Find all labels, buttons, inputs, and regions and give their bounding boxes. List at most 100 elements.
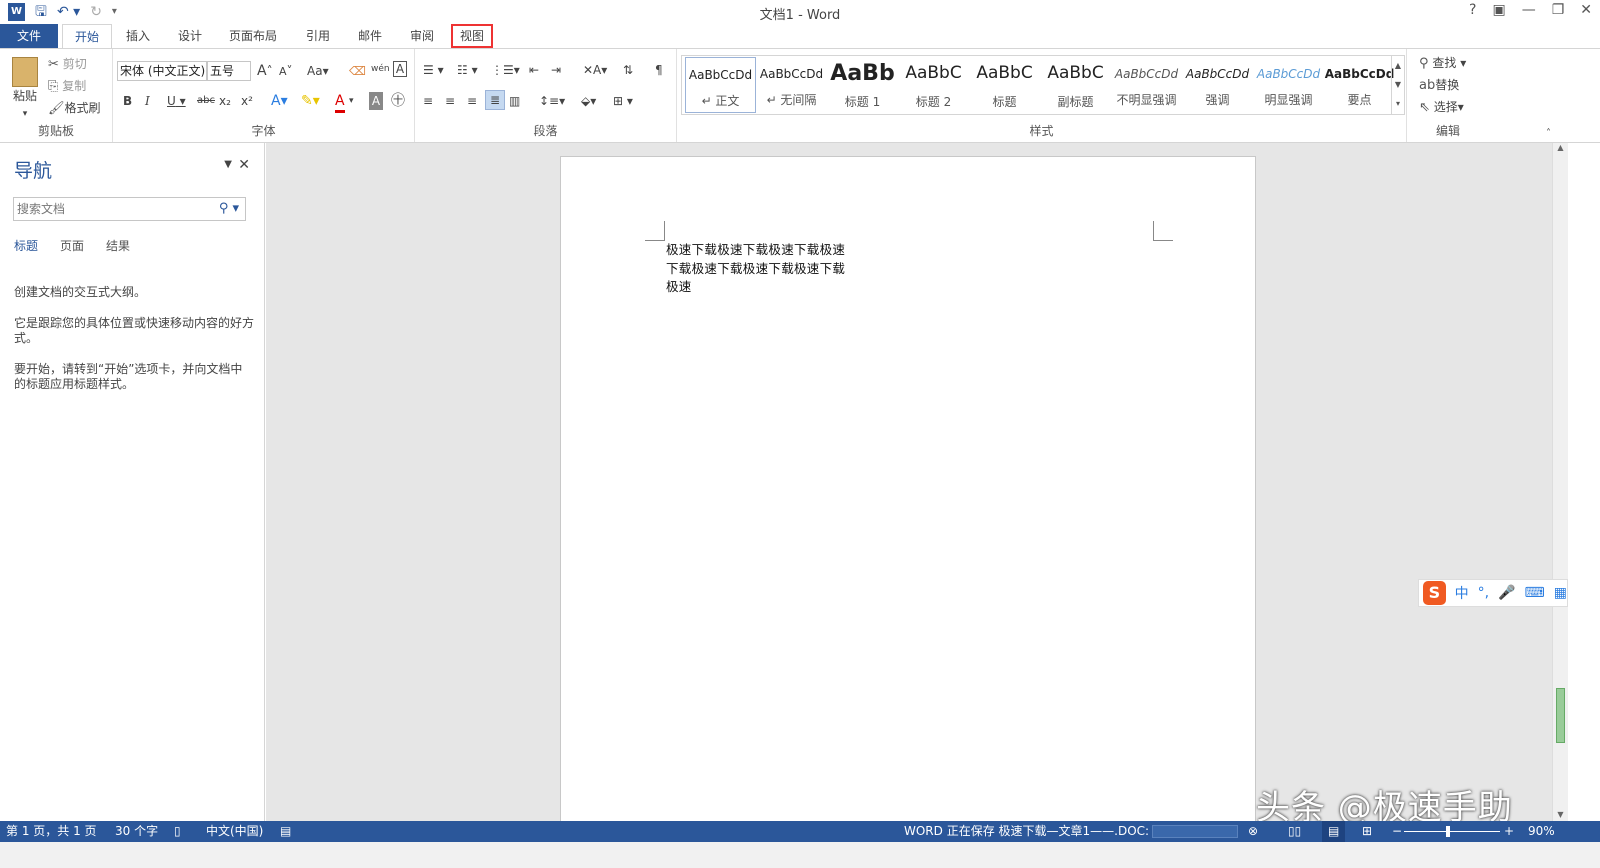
- clear-formatting-icon[interactable]: ⌫: [349, 62, 366, 80]
- punctuation-icon[interactable]: °,: [1478, 585, 1489, 601]
- read-mode-icon[interactable]: ▯▯: [1288, 821, 1301, 842]
- keyboard-icon[interactable]: ⌨: [1525, 585, 1545, 601]
- grow-font-button[interactable]: A˄: [257, 62, 273, 80]
- page-count[interactable]: 第 1 页，共 1 页: [6, 821, 97, 842]
- superscript-button[interactable]: x²: [241, 92, 253, 110]
- align-center-icon[interactable]: ≡: [445, 92, 455, 110]
- style-item[interactable]: AaBbCcDd 强调: [1182, 57, 1253, 113]
- shading-icon[interactable]: ⬙▾: [581, 92, 596, 110]
- minimize-button[interactable]: —: [1522, 2, 1536, 18]
- paste-button[interactable]: 粘贴 ▾: [10, 57, 40, 123]
- tab-view[interactable]: 视图: [451, 24, 493, 48]
- zoom-in-button[interactable]: +: [1504, 821, 1514, 842]
- style-item[interactable]: AaBbC 标题: [969, 57, 1040, 113]
- italic-button[interactable]: I: [145, 92, 150, 110]
- asian-layout-icon[interactable]: ✕A▾: [583, 61, 607, 79]
- style-item[interactable]: AaBbC 副标题: [1040, 57, 1111, 113]
- find-button[interactable]: ⚲ 查找 ▾: [1419, 54, 1466, 73]
- style-item[interactable]: AaBbCcDd ↵ 无间隔: [756, 57, 827, 113]
- tab-insert[interactable]: 插入: [116, 24, 160, 48]
- show-marks-icon[interactable]: ¶: [655, 61, 663, 79]
- zoom-slider[interactable]: [1404, 831, 1500, 832]
- macro-icon[interactable]: ▤: [280, 821, 291, 842]
- word-count[interactable]: 30 个字: [115, 821, 158, 842]
- borders-icon[interactable]: ⊞ ▾: [613, 92, 633, 110]
- collapse-ribbon-icon[interactable]: ˄: [1546, 125, 1551, 143]
- highlight-icon[interactable]: ✎▾: [301, 92, 320, 110]
- select-button[interactable]: ⇖ 选择▾: [1419, 98, 1464, 117]
- sort-icon[interactable]: ⇅: [623, 61, 633, 79]
- vertical-scrollbar[interactable]: ▲ ▼: [1552, 143, 1568, 821]
- underline-button[interactable]: U ▾: [167, 92, 186, 110]
- text-effects-icon[interactable]: A▾: [271, 92, 288, 110]
- document-body-text[interactable]: 极速下载极速下载极速下载极速下载极速下载极速下载极速下载极速: [666, 241, 846, 297]
- char-shading-icon[interactable]: A: [369, 92, 383, 110]
- replace-button[interactable]: ab替换: [1419, 76, 1459, 95]
- zoom-level[interactable]: 90%: [1528, 821, 1555, 842]
- subscript-button[interactable]: x₂: [219, 92, 231, 110]
- copy-button[interactable]: ⎘ 复制: [48, 77, 86, 96]
- maximize-button[interactable]: ❐: [1552, 2, 1565, 18]
- tab-design[interactable]: 设计: [168, 24, 212, 48]
- proofing-icon[interactable]: ▯: [174, 821, 181, 842]
- tab-layout[interactable]: 页面布局: [222, 24, 284, 48]
- bold-button[interactable]: B: [123, 92, 132, 110]
- line-spacing-icon[interactable]: ↕≡▾: [539, 92, 565, 110]
- scroll-down-icon[interactable]: ▼: [1553, 810, 1568, 819]
- font-name-combo[interactable]: 宋体 (中文正文): [117, 61, 207, 81]
- style-item[interactable]: AaBbCcDd 不明显强调: [1111, 57, 1182, 113]
- numbering-icon[interactable]: ☷ ▾: [457, 61, 478, 79]
- ime-mode[interactable]: 中: [1455, 583, 1469, 603]
- multilevel-list-icon[interactable]: ⋮☰▾: [491, 61, 520, 79]
- ribbon-display-button[interactable]: ▣: [1492, 2, 1505, 18]
- distributed-icon[interactable]: ▥: [509, 92, 520, 110]
- style-item[interactable]: AaBbCcDd 要点: [1324, 57, 1395, 113]
- tab-home[interactable]: 开始: [62, 24, 112, 49]
- phonetic-guide-button[interactable]: wén: [371, 60, 390, 78]
- tab-results[interactable]: 结果: [106, 237, 130, 254]
- close-button[interactable]: ✕: [1580, 2, 1592, 18]
- justify-icon[interactable]: ≣: [485, 90, 505, 110]
- web-layout-icon[interactable]: ⊞: [1362, 821, 1372, 842]
- change-case-button[interactable]: Aa▾: [307, 62, 329, 80]
- cancel-save-icon[interactable]: ⊗: [1248, 821, 1258, 842]
- tab-pages[interactable]: 页面: [60, 237, 84, 254]
- tab-references[interactable]: 引用: [296, 24, 340, 48]
- tab-mailings[interactable]: 邮件: [348, 24, 392, 48]
- format-painter-button[interactable]: 🖌格式刷: [48, 99, 101, 118]
- style-item[interactable]: AaBb 标题 1: [827, 57, 898, 113]
- language-indicator[interactable]: 中文(中国): [206, 821, 263, 842]
- char-border-button[interactable]: A: [393, 61, 407, 77]
- gallery-scroll[interactable]: ▲ ▼ ▾: [1391, 56, 1404, 114]
- style-item[interactable]: AaBbCcDd ↵ 正文: [685, 57, 756, 113]
- zoom-slider-thumb[interactable]: [1446, 826, 1450, 837]
- tab-headings[interactable]: 标题: [14, 237, 38, 254]
- cut-button[interactable]: ✂ 剪切: [48, 55, 87, 74]
- zoom-out-button[interactable]: −: [1392, 821, 1402, 842]
- print-layout-icon[interactable]: ▤: [1322, 821, 1346, 842]
- microphone-icon[interactable]: 🎤: [1498, 585, 1515, 601]
- shrink-font-button[interactable]: A˅: [279, 62, 293, 81]
- search-icon[interactable]: ⚲ ▾: [219, 198, 239, 220]
- style-item[interactable]: AaBbC 标题 2: [898, 57, 969, 113]
- enclose-char-icon[interactable]: ㊉: [391, 92, 405, 110]
- tab-review[interactable]: 审阅: [400, 24, 444, 48]
- chevron-down-icon[interactable]: ▼: [224, 159, 232, 170]
- decrease-indent-icon[interactable]: ⇤: [529, 61, 539, 79]
- align-left-icon[interactable]: ≡: [423, 92, 433, 110]
- scroll-thumb[interactable]: [1556, 688, 1565, 743]
- tab-file[interactable]: 文件: [0, 24, 58, 48]
- style-item[interactable]: AaBbCcDd 明显强调: [1253, 57, 1324, 113]
- bullets-icon[interactable]: ☰ ▾: [423, 61, 444, 79]
- search-input[interactable]: 搜索文档 ⚲ ▾: [13, 197, 246, 221]
- font-color-icon[interactable]: A: [335, 92, 345, 113]
- close-icon[interactable]: ✕: [238, 157, 250, 173]
- document-page[interactable]: 极速下载极速下载极速下载极速下载极速下载极速下载极速下载极速: [560, 156, 1256, 836]
- font-size-combo[interactable]: 五号: [207, 61, 251, 81]
- strikethrough-button[interactable]: abc: [197, 92, 215, 110]
- scroll-up-icon[interactable]: ▲: [1553, 143, 1568, 152]
- toolbox-icon[interactable]: ▦: [1554, 585, 1567, 601]
- increase-indent-icon[interactable]: ⇥: [551, 61, 561, 79]
- align-right-icon[interactable]: ≡: [467, 92, 477, 110]
- sogou-logo-icon[interactable]: S: [1423, 581, 1446, 605]
